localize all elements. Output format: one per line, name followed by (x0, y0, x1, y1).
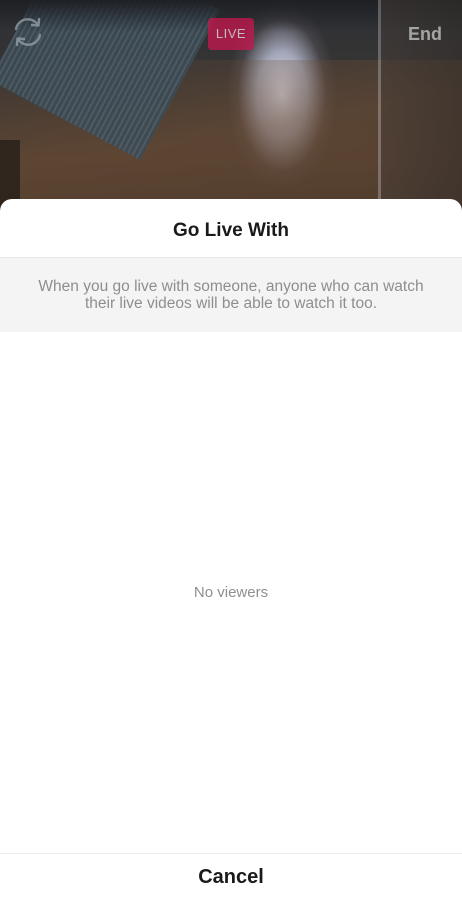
empty-state-label: No viewers (193, 584, 269, 601)
live-top-bar: LIVE End (0, 0, 462, 70)
sheet-title: Go Live With (173, 220, 289, 241)
sheet-header: Go Live With (0, 199, 462, 258)
live-badge: LIVE (208, 18, 254, 50)
info-text: When you go live with someone, anyone wh… (38, 278, 424, 312)
sheet-footer: Cancel (0, 853, 462, 902)
end-live-button[interactable]: End (408, 22, 442, 46)
go-live-with-screen: LIVE End Go Live With When you go live w… (0, 0, 462, 902)
info-box: When you go live with someone, anyone wh… (0, 258, 462, 332)
viewer-list[interactable]: No viewers (0, 332, 462, 853)
cancel-button[interactable]: Cancel (198, 866, 264, 889)
camera-flip-icon (14, 17, 42, 47)
camera-flip-button[interactable] (10, 14, 46, 50)
go-live-with-sheet: Go Live With When you go live with someo… (0, 199, 462, 902)
